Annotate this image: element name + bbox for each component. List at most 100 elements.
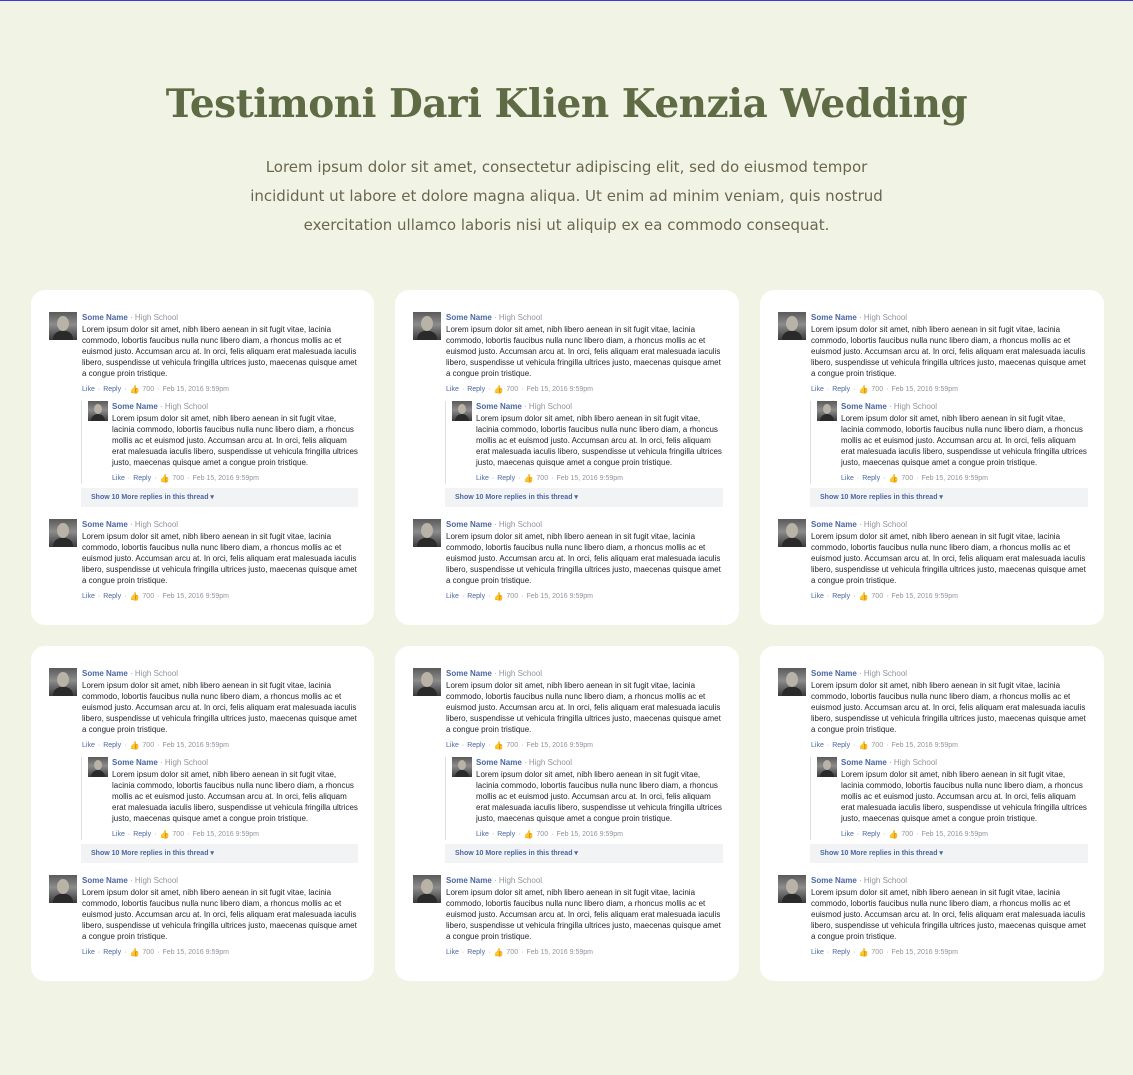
commenter-name[interactable]: Some Name xyxy=(446,313,492,322)
like-link[interactable]: Like xyxy=(82,384,95,395)
comment-date[interactable]: Feb 15, 2016 9:59pm xyxy=(162,384,229,395)
comment-date[interactable]: Feb 15, 2016 9:59pm xyxy=(526,947,593,958)
user-avatar-icon[interactable] xyxy=(49,668,77,696)
commenter-name[interactable]: Some Name xyxy=(811,669,857,678)
reply-link[interactable]: Reply xyxy=(467,947,485,958)
comment-date[interactable]: Feb 15, 2016 9:59pm xyxy=(921,473,988,484)
comment-date[interactable]: Feb 15, 2016 9:59pm xyxy=(891,740,958,751)
commenter-name[interactable]: Some Name xyxy=(82,669,128,678)
comment-actions: Like · Reply · 👍 700 · Feb 15, 2016 9:59pm xyxy=(811,591,958,602)
like-count: 700 xyxy=(506,593,519,600)
comment-date[interactable]: Feb 15, 2016 9:59pm xyxy=(526,740,593,751)
user-avatar-icon[interactable] xyxy=(413,312,441,340)
reply-link[interactable]: Reply xyxy=(133,829,151,840)
user-avatar-icon[interactable] xyxy=(778,668,806,696)
comment-date[interactable]: Feb 15, 2016 9:59pm xyxy=(162,591,229,602)
reply-link[interactable]: Reply xyxy=(467,740,485,751)
commenter-name[interactable]: Some Name xyxy=(446,520,492,529)
show-more-replies-button[interactable]: Show 10 More replies in this thread ▾ xyxy=(81,844,358,863)
like-link[interactable]: Like xyxy=(811,591,824,602)
user-avatar-icon[interactable] xyxy=(49,519,77,547)
commenter-name[interactable]: Some Name xyxy=(841,402,887,411)
user-avatar-icon[interactable] xyxy=(778,519,806,547)
comment-date[interactable]: Feb 15, 2016 9:59pm xyxy=(526,384,593,395)
user-avatar-icon[interactable] xyxy=(817,757,837,777)
like-link[interactable]: Like xyxy=(841,829,854,840)
show-more-replies-button[interactable]: Show 10 More replies in this thread ▾ xyxy=(445,488,723,507)
user-avatar-icon[interactable] xyxy=(778,312,806,340)
reply-link[interactable]: Reply xyxy=(862,829,880,840)
reply-link[interactable]: Reply xyxy=(862,473,880,484)
comment-date[interactable]: Feb 15, 2016 9:59pm xyxy=(921,829,988,840)
like-link[interactable]: Like xyxy=(811,947,824,958)
like-link[interactable]: Like xyxy=(841,473,854,484)
reply-link[interactable]: Reply xyxy=(832,947,850,958)
show-more-replies-button[interactable]: Show 10 More replies in this thread ▾ xyxy=(81,488,358,507)
reply-link[interactable]: Reply xyxy=(467,384,485,395)
user-avatar-icon[interactable] xyxy=(778,875,806,903)
like-link[interactable]: Like xyxy=(82,591,95,602)
commenter-name[interactable]: Some Name xyxy=(476,402,522,411)
show-more-replies-button[interactable]: Show 10 More replies in this thread ▾ xyxy=(810,488,1088,507)
commenter-name[interactable]: Some Name xyxy=(476,758,522,767)
user-avatar-icon[interactable] xyxy=(413,668,441,696)
user-avatar-icon[interactable] xyxy=(817,401,837,421)
user-avatar-icon[interactable] xyxy=(49,875,77,903)
reply-link[interactable]: Reply xyxy=(467,591,485,602)
like-link[interactable]: Like xyxy=(811,384,824,395)
like-link[interactable]: Like xyxy=(446,591,459,602)
comment-date[interactable]: Feb 15, 2016 9:59pm xyxy=(891,947,958,958)
comment-date[interactable]: Feb 15, 2016 9:59pm xyxy=(556,829,623,840)
reply-link[interactable]: Reply xyxy=(832,591,850,602)
reply-link[interactable]: Reply xyxy=(103,384,121,395)
show-more-replies-button[interactable]: Show 10 More replies in this thread ▾ xyxy=(810,844,1088,863)
commenter-name[interactable]: Some Name xyxy=(112,758,158,767)
commenter-name[interactable]: Some Name xyxy=(841,758,887,767)
comment-date[interactable]: Feb 15, 2016 9:59pm xyxy=(192,829,259,840)
like-link[interactable]: Like xyxy=(446,384,459,395)
commenter-name[interactable]: Some Name xyxy=(112,402,158,411)
reply-link[interactable]: Reply xyxy=(103,591,121,602)
reply-link[interactable]: Reply xyxy=(103,740,121,751)
reply-link[interactable]: Reply xyxy=(497,829,515,840)
user-avatar-icon[interactable] xyxy=(88,757,108,777)
user-avatar-icon[interactable] xyxy=(88,401,108,421)
comment-date[interactable]: Feb 15, 2016 9:59pm xyxy=(162,947,229,958)
comment-date[interactable]: Feb 15, 2016 9:59pm xyxy=(192,473,259,484)
like-count: 700 xyxy=(871,386,884,393)
commenter-name[interactable]: Some Name xyxy=(811,520,857,529)
commenter-name[interactable]: Some Name xyxy=(446,876,492,885)
commenter-name[interactable]: Some Name xyxy=(82,876,128,885)
commenter-name[interactable]: Some Name xyxy=(82,520,128,529)
commenter-name[interactable]: Some Name xyxy=(811,876,857,885)
reply-link[interactable]: Reply xyxy=(497,473,515,484)
like-link[interactable]: Like xyxy=(811,740,824,751)
comment-date[interactable]: Feb 15, 2016 9:59pm xyxy=(526,591,593,602)
like-link[interactable]: Like xyxy=(112,829,125,840)
like-link[interactable]: Like xyxy=(446,947,459,958)
reply-link[interactable]: Reply xyxy=(133,473,151,484)
show-more-replies-button[interactable]: Show 10 More replies in this thread ▾ xyxy=(445,844,723,863)
comment-date[interactable]: Feb 15, 2016 9:59pm xyxy=(556,473,623,484)
reply-link[interactable]: Reply xyxy=(832,384,850,395)
commenter-name[interactable]: Some Name xyxy=(811,313,857,322)
like-link[interactable]: Like xyxy=(476,829,489,840)
like-link[interactable]: Like xyxy=(82,740,95,751)
commenter-name[interactable]: Some Name xyxy=(82,313,128,322)
comment-date[interactable]: Feb 15, 2016 9:59pm xyxy=(891,384,958,395)
like-link[interactable]: Like xyxy=(82,947,95,958)
like-link[interactable]: Like xyxy=(446,740,459,751)
user-avatar-icon[interactable] xyxy=(452,401,472,421)
comment-date[interactable]: Feb 15, 2016 9:59pm xyxy=(162,740,229,751)
user-avatar-icon[interactable] xyxy=(413,519,441,547)
like-link[interactable]: Like xyxy=(112,473,125,484)
user-avatar-icon[interactable] xyxy=(413,875,441,903)
like-link[interactable]: Like xyxy=(476,473,489,484)
reply-link[interactable]: Reply xyxy=(103,947,121,958)
user-avatar-icon[interactable] xyxy=(452,757,472,777)
user-avatar-icon[interactable] xyxy=(49,312,77,340)
commenter-name[interactable]: Some Name xyxy=(446,669,492,678)
comment-date[interactable]: Feb 15, 2016 9:59pm xyxy=(891,591,958,602)
thumbs-up-icon: 👍 xyxy=(493,741,504,750)
reply-link[interactable]: Reply xyxy=(832,740,850,751)
